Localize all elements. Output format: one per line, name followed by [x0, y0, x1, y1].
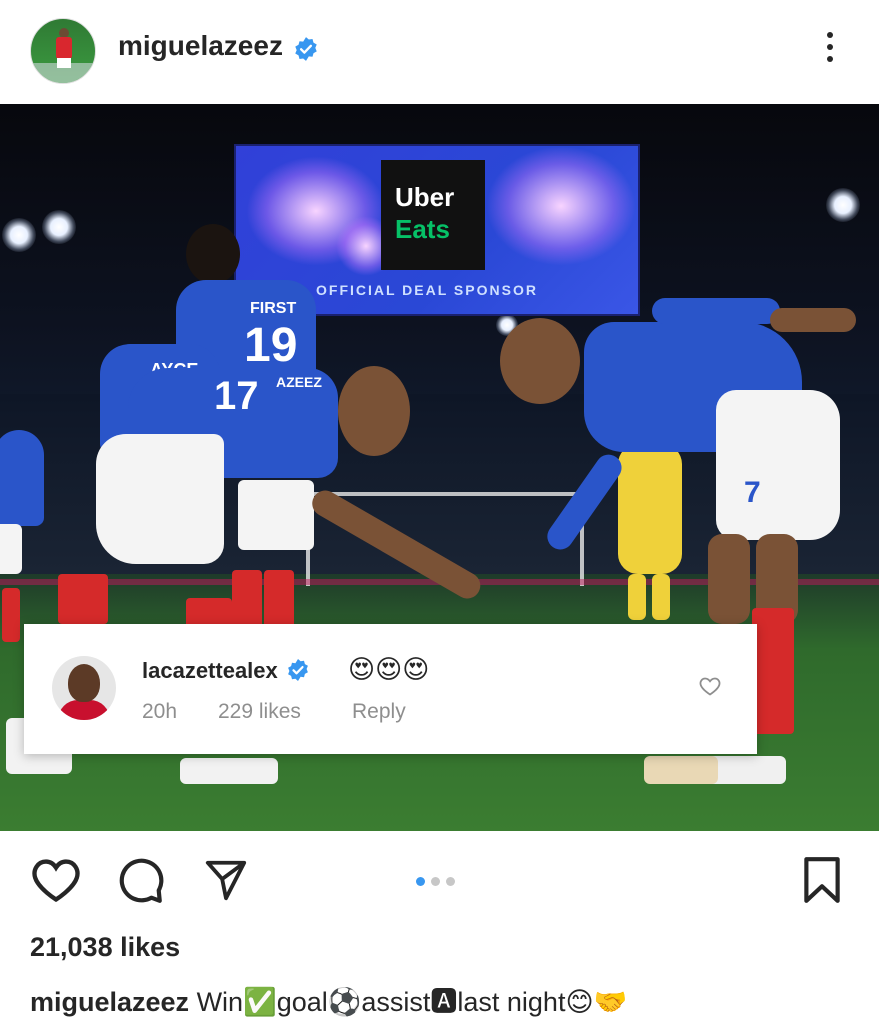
carousel-dot-active	[416, 877, 425, 886]
post-username[interactable]: miguelazeez	[118, 30, 283, 62]
boot	[644, 756, 718, 784]
carousel-indicator	[416, 873, 461, 891]
floodlight	[42, 210, 76, 244]
send-icon[interactable]	[202, 857, 250, 903]
uber-eats-logo: Uber Eats	[381, 160, 485, 270]
caption-text: Win✅goal⚽assist🅰last night😊🤝	[196, 987, 628, 1017]
floodlight	[2, 218, 36, 252]
comment-avatar[interactable]	[52, 656, 116, 720]
featured-comment[interactable]: lacazettealex 😍😍😍 20h 229 likes Reply	[24, 624, 757, 754]
comment-likes[interactable]: 229 likes	[218, 700, 301, 724]
carousel-dot	[431, 877, 440, 886]
floodlight	[826, 188, 860, 222]
comment-time: 20h	[142, 700, 178, 723]
profile-avatar[interactable]	[30, 18, 96, 84]
comment-username[interactable]: lacazettealex	[142, 658, 278, 684]
boot	[180, 758, 278, 784]
caption-username[interactable]: miguelazeez	[30, 987, 189, 1017]
comment-reply-button[interactable]: Reply	[352, 700, 406, 724]
post-caption: miguelazeez Win✅goal⚽assist🅰last night😊🤝	[30, 980, 627, 1019]
comment-heart-icon[interactable]	[698, 674, 722, 698]
heart-icon[interactable]	[30, 856, 82, 904]
verified-badge-icon	[288, 659, 308, 681]
bookmark-icon[interactable]	[800, 855, 844, 905]
more-vertical-icon[interactable]	[820, 32, 840, 72]
comment-icon[interactable]	[116, 856, 166, 906]
action-bar	[0, 831, 879, 931]
carousel-dot	[446, 877, 455, 886]
screen-caption: OFFICIAL DEAL SPONSOR	[316, 282, 538, 298]
post-header: miguelazeez	[0, 0, 879, 104]
verified-badge-icon	[295, 37, 317, 61]
likes-count[interactable]: 21,038 likes	[30, 932, 180, 963]
comment-text: 😍😍😍	[348, 654, 430, 684]
